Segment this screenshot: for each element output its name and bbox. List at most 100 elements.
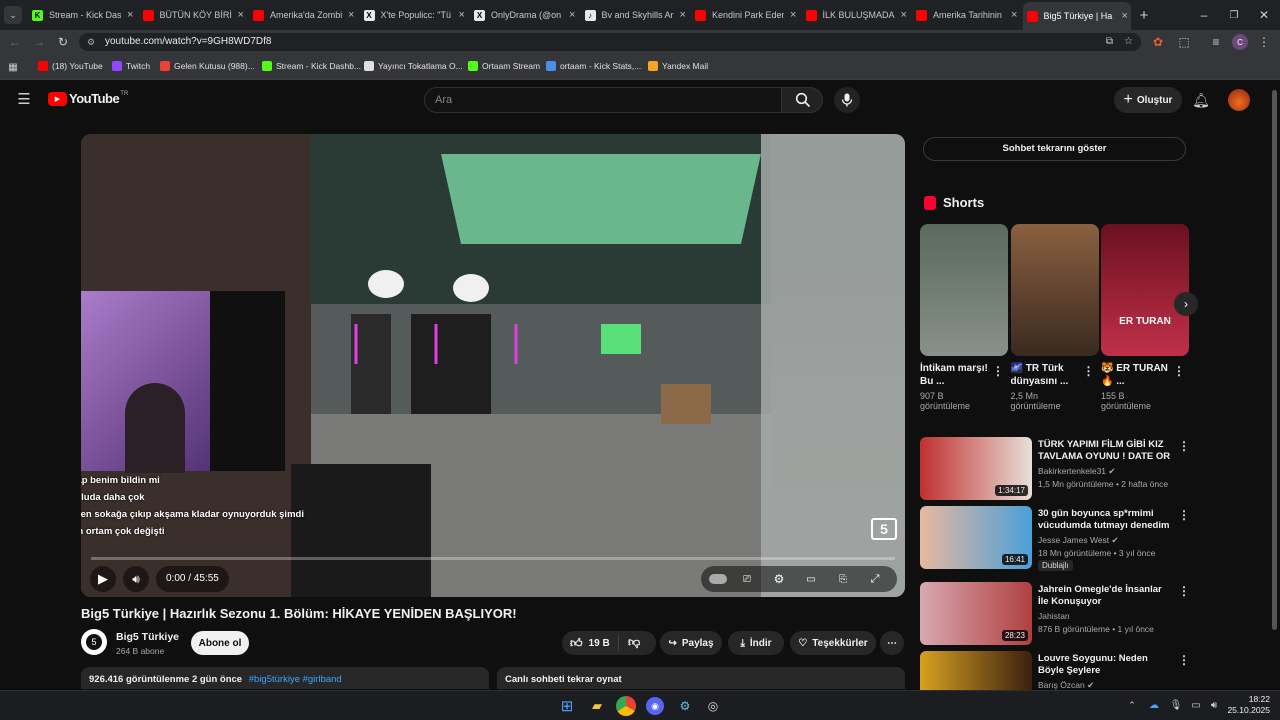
browser-tab[interactable]: K Stream - Kick Dashboard × <box>28 4 136 26</box>
profile-avatar-icon[interactable]: C <box>1232 34 1248 50</box>
video-thumbnail[interactable]: 28:23 <box>920 582 1032 645</box>
minimize-icon[interactable]: – <box>1196 7 1212 23</box>
short-card[interactable]: 🌌 TR Türk dünyasını ... 2,5 Mn görüntüleme… <box>1010 224 1099 411</box>
bookmark-item[interactable]: Gelen Kutusu (988)... <box>160 61 255 71</box>
video-menu-icon[interactable]: ⋮ <box>1178 584 1190 598</box>
video-thumbnail[interactable]: 1:34:17 <box>920 437 1032 500</box>
short-card[interactable]: ER TURAN 🐯 ER TURAN 🔥 ... 155 Bgörüntüleme… <box>1101 224 1189 411</box>
browser-tab[interactable]: Amerika'da Zombi × <box>249 4 357 26</box>
restore-icon[interactable]: ❐ <box>1226 7 1242 23</box>
tab-close-icon[interactable]: × <box>1122 10 1128 22</box>
guide-menu-icon[interactable]: ☰ <box>16 91 32 108</box>
microphone-icon[interactable]: 🎙︎ <box>1170 699 1183 711</box>
steam-icon[interactable]: ⚙ <box>676 697 694 715</box>
video-menu-icon[interactable]: ⋮ <box>1178 508 1190 522</box>
url-field[interactable]: ⚙ youtube.com/watch?v=9GH8WD7Df8 ⧉ ☆ <box>79 33 1141 51</box>
create-button[interactable]: + Oluştur <box>1114 87 1182 113</box>
discord-icon[interactable]: ◉ <box>646 697 664 715</box>
tab-close-icon[interactable]: × <box>459 9 465 21</box>
bookmark-item[interactable]: Ortaam Stream <box>468 61 540 71</box>
volume-tray-icon[interactable]: 🔊︎ <box>1208 699 1220 711</box>
browser-tab[interactable]: İLK BULUŞMADA × <box>802 4 910 26</box>
browser-tab[interactable]: X X'te Populicc: "Tü × <box>360 4 468 26</box>
video-channel[interactable]: Jahistan <box>1038 611 1070 621</box>
youtube-logo[interactable]: ▶ YouTube TR <box>48 91 128 106</box>
bookmark-item[interactable]: Twitch <box>112 61 150 71</box>
browser-tab[interactable]: Big5 Türkiye | Ha × <box>1022 2 1131 30</box>
video-player[interactable]: betta111: sap abap benim bildin mi iseren… <box>81 134 905 597</box>
network-icon[interactable]: ▭ <box>1190 699 1202 711</box>
autoplay-toggle[interactable] <box>709 574 727 584</box>
bookmark-item[interactable]: Stream - Kick Dashb... <box>262 61 361 71</box>
bookmark-item[interactable]: Yayıncı Tokatlama O... <box>364 61 463 71</box>
thanks-button[interactable]: ♡ Teşekkürler <box>790 631 876 655</box>
cloud-sync-icon[interactable]: ☁ <box>1148 699 1160 711</box>
short-menu-icon[interactable]: ⋮ <box>1173 364 1185 378</box>
forward-icon[interactable]: → <box>32 34 46 50</box>
site-info-icon[interactable]: ⚙ <box>87 33 95 51</box>
tab-close-icon[interactable]: × <box>1011 9 1017 21</box>
short-thumbnail[interactable] <box>920 224 1008 356</box>
subtitles-icon[interactable]: ⎚ <box>739 571 755 587</box>
recommended-video[interactable]: 28:23 Jahrein Omegle'de İnsanlar İle Konu… <box>920 582 1190 646</box>
bookmark-item[interactable]: ortaam - Kick Stats,... <box>546 61 641 71</box>
progress-bar[interactable] <box>91 557 895 560</box>
file-explorer-icon[interactable]: ▰ <box>588 697 606 715</box>
video-title-link[interactable]: Louvre Soygunu: Neden Böyle Şeylere BAYI… <box>1038 653 1172 677</box>
page-scrollbar[interactable] <box>1272 90 1277 630</box>
play-button[interactable]: ▶ <box>90 566 116 592</box>
tab-close-icon[interactable]: × <box>127 9 133 21</box>
video-title-link[interactable]: 30 gün boyunca sp*rmimi vücudumda tutmay… <box>1038 508 1172 532</box>
notifications-bell-icon[interactable]: 🔔︎ <box>1192 91 1210 109</box>
short-thumbnail[interactable]: ER TURAN <box>1101 224 1189 356</box>
system-clock[interactable]: 18:22 25.10.2025 <box>1226 694 1270 716</box>
chrome-taskbar-icon[interactable] <box>616 696 636 716</box>
subscribe-button[interactable]: Abone ol <box>191 631 249 655</box>
like-count[interactable]: 19 B <box>589 638 610 649</box>
obs-icon[interactable]: ◎ <box>704 697 722 715</box>
bookmark-star-icon[interactable]: ☆ <box>1124 33 1133 51</box>
recommended-video[interactable]: 1:34:17 TÜRK YAPIMI FİLM GİBİ KIZ TAVLAMA… <box>920 437 1190 501</box>
install-app-icon[interactable]: ⧉ <box>1106 33 1113 51</box>
video-thumbnail[interactable]: 16:41 <box>920 506 1032 569</box>
share-button[interactable]: ↪ Paylaş <box>660 631 722 655</box>
short-menu-icon[interactable]: ⋮ <box>1083 364 1095 378</box>
short-thumbnail[interactable] <box>1010 224 1099 356</box>
tab-close-icon[interactable]: × <box>901 9 907 21</box>
account-avatar[interactable] <box>1228 89 1250 111</box>
video-channel[interactable]: Bakirkertenkele31 ✔ <box>1038 466 1116 477</box>
browser-tab[interactable]: ♪ Bv and Skyhills Ar × <box>581 4 689 26</box>
settings-gear-icon[interactable]: ⚙ <box>771 571 787 587</box>
reload-icon[interactable]: ↻ <box>56 34 70 50</box>
tab-close-icon[interactable]: × <box>569 9 575 21</box>
video-title-link[interactable]: TÜRK YAPIMI FİLM GİBİ KIZ TAVLAMA OYUNU … <box>1038 439 1172 463</box>
tray-expand-icon[interactable]: ⌃ <box>1126 699 1138 711</box>
browser-tab[interactable]: Kendini Park Eden × <box>691 4 799 26</box>
fullscreen-icon[interactable]: ⤢ <box>867 571 883 587</box>
extension-icon[interactable]: ✿ <box>1150 34 1166 50</box>
dislike-icon[interactable]: 👎︎ <box>628 635 640 650</box>
voice-search-icon[interactable] <box>834 87 860 113</box>
search-button[interactable] <box>781 87 823 113</box>
show-chat-replay-button[interactable]: Sohbet tekrarını göster <box>923 137 1186 161</box>
cast-icon[interactable]: ⎘ <box>835 571 851 587</box>
start-windows-icon[interactable]: ⊞ <box>558 697 576 715</box>
video-menu-icon[interactable]: ⋮ <box>1178 653 1190 667</box>
close-window-icon[interactable]: ✕ <box>1256 7 1272 23</box>
short-card[interactable]: İntikam marşı! Bu ... 907 Bgörüntüleme ⋮ <box>920 224 1008 411</box>
video-menu-icon[interactable]: ⋮ <box>1178 439 1190 453</box>
browser-tab[interactable]: X OnlyDrama (@on × <box>470 4 578 26</box>
channel-name[interactable]: Big5 Türkiye <box>116 631 179 643</box>
new-tab-icon[interactable]: + <box>1136 7 1152 24</box>
short-title[interactable]: 🌌 TR Türk dünyasını ... <box>1011 362 1081 388</box>
browser-tab[interactable]: BÜTÜN KÖY BİRİBİRİNE × <box>139 4 247 26</box>
apps-grid-icon[interactable]: ▦ <box>6 60 20 74</box>
channel-avatar[interactable]: 5 <box>81 629 107 655</box>
tab-close-icon[interactable]: × <box>680 9 686 21</box>
download-button[interactable]: ⤓ İndir <box>728 631 784 655</box>
tab-close-icon[interactable]: × <box>238 9 244 21</box>
back-icon[interactable]: ← <box>8 34 22 50</box>
short-title[interactable]: 🐯 ER TURAN 🔥 ... <box>1101 362 1171 388</box>
description-box[interactable]: 926.416 görüntülenme 2 gün önce #big5tür… <box>81 667 489 689</box>
media-controls-icon[interactable]: ≡ <box>1208 34 1224 50</box>
